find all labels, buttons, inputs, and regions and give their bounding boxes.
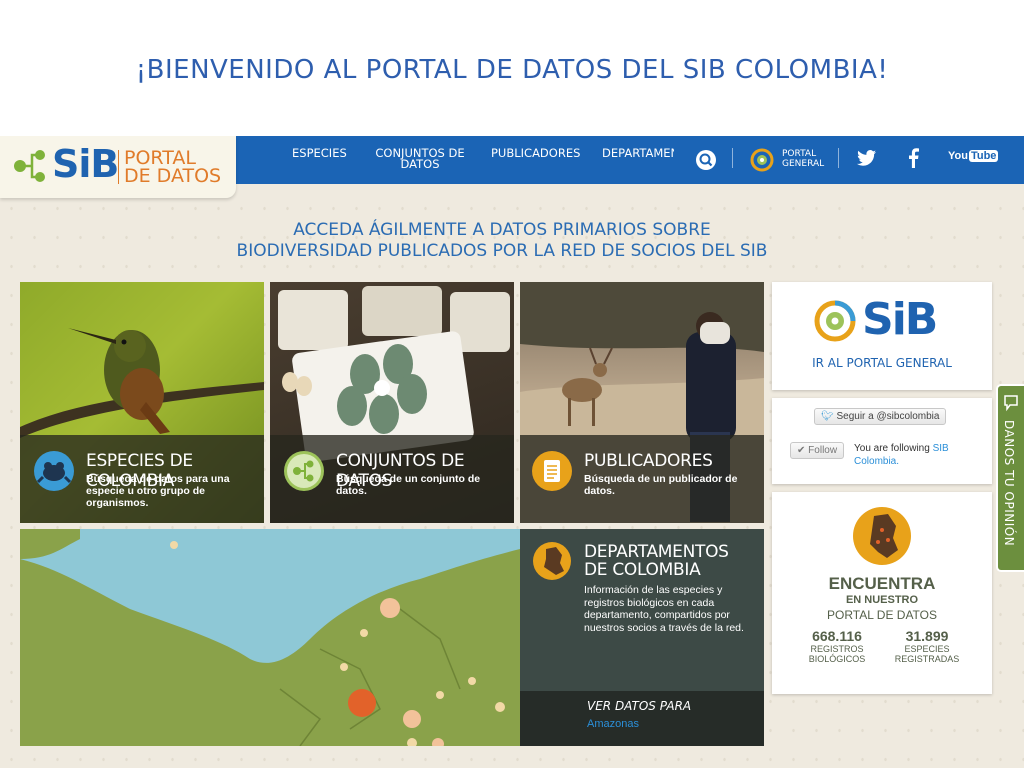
departamento-selected-link[interactable]: Amazonas	[587, 718, 639, 730]
departamentos-desc: Información de las especies y registros …	[584, 584, 744, 634]
document-icon	[532, 451, 572, 491]
sidebar-sib-text: SiB	[862, 294, 938, 345]
portal-screenshot: ESPECIES CONJUNTOS DE DATOS PUBLICADORES…	[0, 136, 1024, 768]
tile-conjuntos[interactable]: CONJUNTOS DE DATOS Búsqueda de un conjun…	[270, 282, 514, 523]
tile-publicadores[interactable]: PUBLICADORES Búsqueda de un publicador d…	[520, 282, 764, 523]
ir-portal-general-link[interactable]: IR AL PORTAL GENERAL	[772, 356, 992, 370]
tile-publicadores-desc: Búsqueda de un publicador de datos.	[584, 473, 738, 497]
portal-general-card[interactable]: SiB IR AL PORTAL GENERAL	[772, 282, 992, 390]
portal-general-link[interactable]: PORTAL GENERAL	[782, 149, 824, 169]
stat-registros-label2: BIOLÓGICOS	[808, 654, 866, 664]
headline-line1: ACCEDA ÁGILMENTE A DATOS PRIMARIOS SOBRE	[293, 220, 711, 240]
nav-divider	[732, 148, 733, 168]
departamentos-map[interactable]: DEPARTAMENTOS DE COLOMBIA Información de…	[20, 529, 764, 746]
nav-conjuntos-de-datos[interactable]: CONJUNTOS DE DATOS	[372, 147, 468, 170]
en-nuestro-text: EN NUESTRO	[845, 594, 919, 606]
twitter-bird-icon: 🐦︎	[821, 411, 834, 422]
tile-especies[interactable]: ESPECIES DE COLOMBIA Búsqueda de datos p…	[20, 282, 264, 523]
logo-sib-text: SiB	[52, 142, 119, 186]
following-status: You are following SIB Colombia.	[854, 442, 978, 468]
feedback-tab[interactable]: DANOS TU OPINIÓN	[996, 384, 1024, 572]
tile-especies-desc: Búsqueda de datos para una especie u otr…	[86, 473, 230, 509]
nav-departamentos[interactable]: DEPARTAMEN	[602, 148, 674, 159]
slide-title: ¡BIENVENIDO AL PORTAL DE DATOS DEL SIB C…	[135, 55, 889, 85]
tile-conjuntos-desc: Búsqueda de un conjunto de datos.	[336, 473, 481, 497]
portal-general-line2: GENERAL	[782, 159, 825, 169]
stat-registros-label1: REGISTROS	[810, 644, 864, 654]
stat-especies-label2: REGISTRADAS	[894, 654, 960, 664]
feedback-label: DANOS TU OPINIÓN	[1002, 420, 1016, 547]
stats-card: ENCUENTRA EN NUESTRO PORTAL DE DATOS 668…	[772, 492, 992, 694]
stat-especies-label1: ESPECIES	[904, 644, 950, 654]
following-prefix: You are following	[854, 443, 930, 454]
logo-portal-line2: DE DATOS	[124, 165, 222, 187]
sib-logo-icon	[814, 300, 856, 342]
portal-general-icon[interactable]	[750, 148, 774, 172]
tile-publicadores-title: PUBLICADORES	[584, 451, 713, 471]
colombia-map-icon	[533, 542, 571, 580]
facebook-icon[interactable]	[906, 148, 920, 168]
site-logo[interactable]: SiB PORTAL DE DATOS	[0, 136, 236, 198]
follow-button-label: Follow	[808, 445, 838, 456]
departamentos-title: DEPARTAMENTOS DE COLOMBIA	[584, 542, 729, 580]
nav-publicadores[interactable]: PUBLICADORES	[491, 147, 580, 159]
twitter-follow-button[interactable]: ✔ Follow	[790, 442, 845, 459]
twitter-card: 🐦︎ Seguir a @sibcolombia ✔ Follow You ar…	[772, 398, 992, 484]
portal-de-datos-text: PORTAL DE DATOS	[826, 608, 938, 622]
portal-general-line1: PORTAL	[782, 149, 817, 159]
colombia-stats-icon	[853, 507, 911, 565]
portal-headline: ACCEDA ÁGILMENTE A DATOS PRIMARIOS SOBRE…	[0, 220, 1004, 262]
nav-especies[interactable]: ESPECIES	[292, 147, 347, 159]
network-node-icon	[14, 150, 45, 182]
stat-registros-value: 668.116	[812, 628, 862, 644]
dataset-network-icon	[284, 451, 324, 491]
stat-registros: 668.116 REGISTROS BIOLÓGICOS	[794, 628, 880, 664]
nav-divider	[838, 148, 839, 168]
frog-icon	[34, 451, 74, 491]
ver-datos-label: VER DATOS PARA	[587, 699, 692, 713]
twitter-follow-badge[interactable]: 🐦︎ Seguir a @sibcolombia	[814, 408, 947, 425]
stat-especies: 31.899 ESPECIES REGISTRADAS	[884, 628, 970, 664]
speech-bubble-icon	[1004, 395, 1018, 412]
encuentra-text: ENCUENTRA	[828, 574, 936, 593]
search-icon[interactable]	[695, 149, 717, 171]
youtube-icon[interactable]: You Tube	[948, 150, 999, 162]
top-navbar: ESPECIES CONJUNTOS DE DATOS PUBLICADORES…	[236, 136, 1024, 184]
stat-especies-value: 31.899	[905, 628, 949, 644]
logo-portal-text: PORTAL DE DATOS	[124, 149, 222, 187]
twitter-follow-text: Seguir a @sibcolombia	[836, 411, 940, 422]
checkmark-icon: ✔	[797, 445, 806, 456]
logo-divider	[118, 150, 119, 184]
headline-line2: BIODIVERSIDAD PUBLICADOS POR LA RED DE S…	[236, 241, 768, 261]
twitter-icon[interactable]	[857, 149, 877, 167]
